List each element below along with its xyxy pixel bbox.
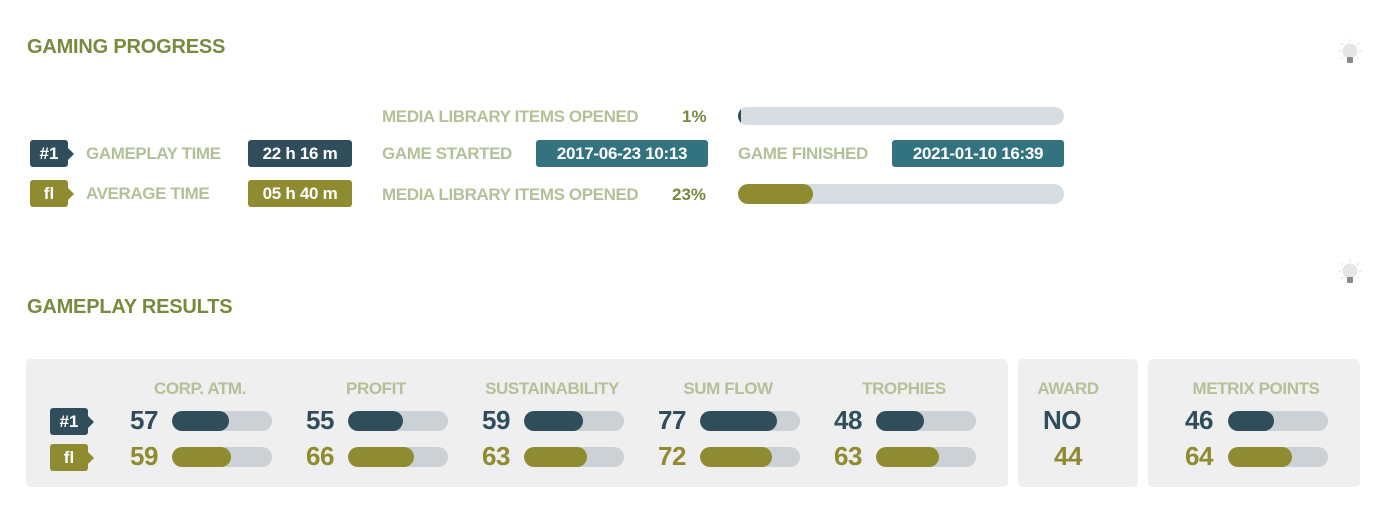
metric-player-bar [876,411,976,431]
metrix-points-label: METRIX POINTS [1192,379,1320,398]
metric-average-value: 63 [482,441,510,471]
metric-header: PROFIT [346,379,406,398]
metric-player-fill [172,411,229,431]
metrix-player-value: 46 [1185,405,1213,435]
metric-header: SUSTAINABILITY [485,379,619,398]
player-tag: #1 [30,140,74,167]
metric-average-fill [348,447,414,467]
average-time-value: 05 h 40 m [248,180,352,207]
gameplay-time-value: 22 h 16 m [248,140,352,167]
metric-player-bar [348,411,448,431]
metric-average-value: 63 [834,441,862,471]
metric-average-value: 59 [130,441,158,471]
media-progress-fill-top [738,107,742,125]
gameplay-results-title: GAMEPLAY RESULTS [27,296,233,318]
metrix-average-fill [1228,447,1292,467]
metric-player-value: 59 [482,405,510,435]
metric-average-fill [700,447,772,467]
metric-average-bar [348,447,448,467]
award-player-value: NO [1043,405,1082,435]
media-progress-fill-bottom [738,184,813,204]
metric-player-fill [348,411,403,431]
metric-average-fill [524,447,587,467]
metric-header: SUM FLOW [683,379,773,398]
metric-player-value: 55 [306,405,334,435]
metric-player-bar [524,411,624,431]
metrix-player-fill [1228,411,1274,431]
metric-average-bar [876,447,976,467]
award-label: AWARD [1037,379,1099,398]
metric-player-value: 48 [834,405,862,435]
game-started-label: GAME STARTED [382,144,512,163]
results-average-tag: fl [50,444,94,471]
award-average-value: 44 [1054,441,1082,471]
metrix-player-bar [1228,411,1328,431]
metric-player-fill [700,411,777,431]
game-finished-value: 2021-01-10 16:39 [892,140,1064,167]
media-progress-bar-bottom [738,184,1064,204]
metric-player-bar [700,411,800,431]
metric-average-bar [700,447,800,467]
media-items-opened-label-top: MEDIA LIBRARY ITEMS OPENED [382,107,639,126]
media-items-opened-label-bottom: MEDIA LIBRARY ITEMS OPENED [382,185,639,204]
metric-average-fill [876,447,939,467]
metric-header: TROPHIES [862,379,946,398]
metric-average-bar [524,447,624,467]
metrix-average-bar [1228,447,1328,467]
metric-player-fill [876,411,924,431]
metric-average-value: 66 [306,441,334,471]
lightbulb-icon[interactable] [1337,38,1363,68]
lightbulb-icon[interactable] [1337,258,1363,288]
average-tag: fl [30,180,74,207]
metric-player-value: 77 [658,405,686,435]
average-time-label: AVERAGE TIME [86,184,210,203]
media-items-opened-percent-top: 1% [682,107,707,126]
gameplay-time-label: GAMEPLAY TIME [86,144,221,163]
metric-average-value: 72 [658,441,686,471]
results-player-tag: #1 [50,408,94,435]
metric-average-bar [172,447,272,467]
media-items-opened-percent-bottom: 23% [672,185,707,204]
gaming-progress-title: GAMING PROGRESS [27,36,226,58]
metric-player-fill [524,411,583,431]
media-progress-bar-top [738,107,1064,125]
metric-header: CORP. ATM. [153,379,247,398]
metrix-average-value: 64 [1185,441,1213,471]
metric-average-fill [172,447,231,467]
metric-player-value: 57 [130,405,158,435]
metric-player-bar [172,411,272,431]
game-finished-label: GAME FINISHED [738,144,868,163]
game-started-value: 2017-06-23 10:13 [536,140,708,167]
